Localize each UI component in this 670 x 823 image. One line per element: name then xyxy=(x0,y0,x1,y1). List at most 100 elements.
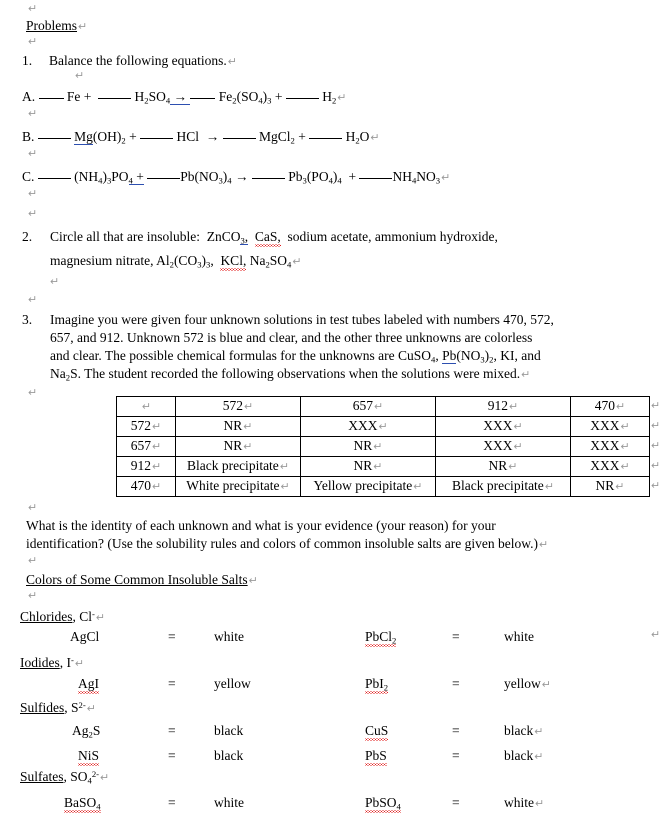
table-cell-text: Black precipitate xyxy=(186,458,279,473)
table-cell: NR↵ xyxy=(435,456,571,477)
blank-coefficient[interactable] xyxy=(222,138,256,139)
equals-sign: = xyxy=(452,723,460,738)
pilcrow-mark: ↵ xyxy=(651,420,661,432)
q2-item-ammonium-hydroxide: ammonium hydroxide, xyxy=(374,229,498,244)
pilcrow-mark: ↵ xyxy=(28,108,38,120)
pilcrow-mark: ↵ xyxy=(243,421,253,433)
pilcrow-mark: ↵ xyxy=(227,56,237,68)
table-cell: NR↵ xyxy=(570,476,650,497)
table-cell: XXX↵ xyxy=(435,436,571,457)
question-1-prompt: Balance the following equations.↵ xyxy=(49,53,237,69)
pilcrow-mark: ↵ xyxy=(651,629,661,641)
equation-a-reactant-1: Fe xyxy=(66,89,81,104)
salt-left-formula-text: NiS xyxy=(78,748,100,766)
table-cell-text: XXX xyxy=(348,418,378,433)
equation-c-reactant-1: (NH4)3PO4 + xyxy=(74,169,144,186)
table-col-header-912: 912↵ xyxy=(435,396,571,417)
table-row-header: 657↵ xyxy=(116,436,176,457)
pilcrow-mark: ↵ xyxy=(441,172,451,184)
pilcrow-mark: ↵ xyxy=(244,401,254,413)
table-row: 912↵ Black precipitate↵ NR↵ NR↵ XXX↵ xyxy=(116,456,650,477)
blank-coefficient[interactable] xyxy=(147,178,181,179)
pilcrow-mark: ↵ xyxy=(651,460,661,472)
table-cell-text: NR xyxy=(353,458,373,473)
group-heading-sulfides: Sulfides, S2-↵ xyxy=(20,699,96,715)
salt-left-formula-agcl: AgCl xyxy=(70,629,100,644)
salt-left-color: black xyxy=(214,748,244,763)
group-ion: Cl- xyxy=(79,608,95,624)
table-cell-text: XXX xyxy=(483,418,513,433)
pilcrow-mark: ↵ xyxy=(378,421,388,433)
blank-coefficient[interactable] xyxy=(359,178,393,179)
pilcrow-mark: ↵ xyxy=(651,440,661,452)
table-cell-text: XXX xyxy=(590,458,620,473)
salt-right-formula-pbcl2: PbCl2 xyxy=(365,629,397,647)
equals-sign: = xyxy=(168,629,176,644)
pilcrow-mark: ↵ xyxy=(28,502,38,514)
pilcrow-mark: ↵ xyxy=(243,441,253,453)
salt-left-formula-baso4: BaSO4 xyxy=(64,795,101,813)
q2-item-potassium-chloride: KCl, xyxy=(220,253,247,271)
table-row: 572↵ NR↵ XXX↵ XXX↵ XXX↵ xyxy=(116,416,650,437)
pilcrow-mark: ↵ xyxy=(95,612,106,624)
pilcrow-mark: ↵ xyxy=(513,421,523,433)
blank-coefficient[interactable] xyxy=(251,178,285,179)
salt-right-color-text: black xyxy=(504,723,534,738)
table-col-header-text: 572 xyxy=(222,398,244,413)
table-cell: Black precipitate↵ xyxy=(175,456,301,477)
pilcrow-mark: ↵ xyxy=(513,441,523,453)
blank-coefficient[interactable] xyxy=(285,98,319,99)
blank-coefficient[interactable] xyxy=(190,98,216,99)
pilcrow-mark: ↵ xyxy=(620,421,630,433)
question-2-lead: Circle all that are insoluble: xyxy=(50,229,200,244)
pilcrow-mark: ↵ xyxy=(86,703,96,715)
pilcrow-mark: ↵ xyxy=(78,21,88,33)
q2-item-calcium-sulfide: CaS, xyxy=(254,229,281,247)
equation-c: C. (NH4)3PO4 + Pb(NO3)4 → Pb3(PO4)4 + NH… xyxy=(22,169,450,185)
blank-coefficient[interactable] xyxy=(140,138,174,139)
q2-item-sodium-acetate: sodium acetate, xyxy=(287,229,372,244)
blank-coefficient[interactable] xyxy=(37,178,71,179)
blank-coefficient[interactable] xyxy=(98,98,132,99)
table-cell-text: NR xyxy=(353,438,373,453)
pilcrow-mark: ↵ xyxy=(413,481,423,493)
equation-b-reactant-2: HCl xyxy=(176,129,199,144)
pilcrow-mark: ↵ xyxy=(28,294,38,306)
table-cell-text: NR xyxy=(488,458,508,473)
group-ion: S2- xyxy=(71,699,86,715)
table-cell-text: Black precipitate xyxy=(451,478,544,493)
group-heading-chlorides: Chlorides, Cl-↵ xyxy=(20,608,106,624)
table-row-header: 470↵ xyxy=(116,476,176,497)
table-cell: XXX↵ xyxy=(435,416,571,437)
colors-section-heading: Colors of Some Common Insoluble Salts↵ xyxy=(26,572,258,588)
pilcrow-mark: ↵ xyxy=(248,575,258,587)
pilcrow-mark: ↵ xyxy=(74,658,85,670)
pilcrow-mark: ↵ xyxy=(280,481,290,493)
question-1-prompt-text: Balance the following equations. xyxy=(49,53,227,68)
blank-coefficient[interactable] xyxy=(38,98,64,99)
table-col-header-text: 912 xyxy=(487,398,509,413)
table-col-header-657: 657↵ xyxy=(300,396,436,417)
salt-right-formula-pbso4: PbSO4 xyxy=(365,795,401,813)
pilcrow-mark: ↵ xyxy=(620,441,630,453)
equation-b-plus-1: + xyxy=(129,129,137,144)
q2-item-aluminum-carbonate: Al2(CO3)3, xyxy=(156,253,214,270)
blank-coefficient[interactable] xyxy=(309,138,343,139)
table-row-header: 912↵ xyxy=(116,456,176,477)
table-cell-text: 657 xyxy=(130,438,152,453)
salt-right-formula-cus: CuS xyxy=(365,723,389,741)
salt-right-formula-text: PbSO4 xyxy=(365,795,401,813)
equals-sign: = xyxy=(168,676,176,691)
table-cell-text: XXX xyxy=(590,438,620,453)
question-2-line-2: magnesium nitrate, Al2(CO3)3, KCl, Na2SO… xyxy=(50,253,302,271)
table-cell: Black precipitate↵ xyxy=(435,476,571,497)
pilcrow-mark: ↵ xyxy=(28,208,38,220)
blank-coefficient[interactable] xyxy=(37,138,71,139)
group-ion: I- xyxy=(66,654,74,670)
table-cell: White precipitate↵ xyxy=(175,476,301,497)
table-cell-text: 470 xyxy=(130,478,152,493)
table-row: 470↵ White precipitate↵ Yellow precipita… xyxy=(116,476,650,497)
pilcrow-mark: ↵ xyxy=(279,461,290,473)
pilcrow-mark: ↵ xyxy=(373,461,383,473)
equation-b-product-1: MgCl2 xyxy=(258,129,295,146)
